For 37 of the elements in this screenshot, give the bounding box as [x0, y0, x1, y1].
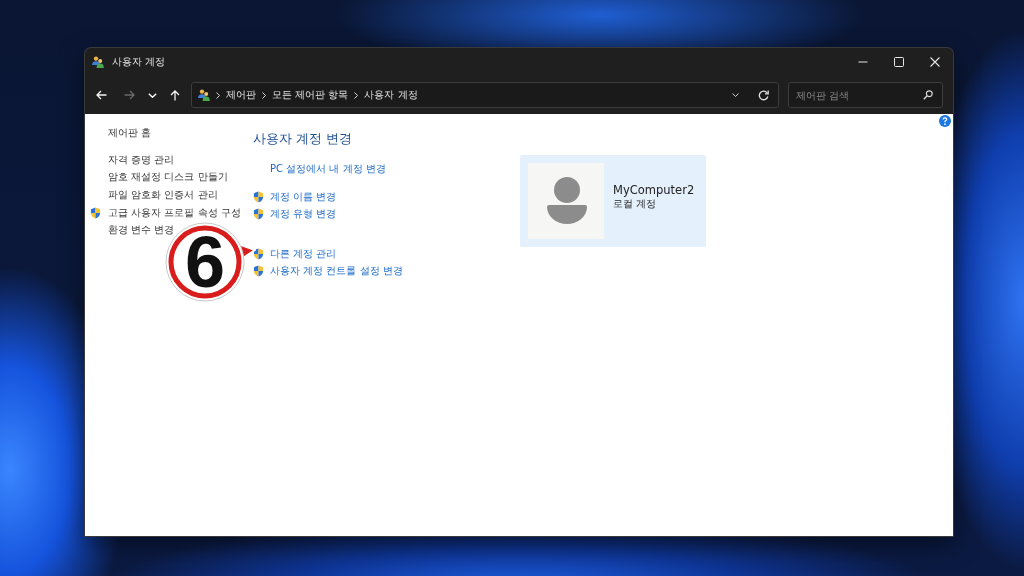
- chevron-right-icon: [216, 91, 220, 99]
- maximize-icon: [894, 57, 904, 67]
- address-bar[interactable]: 제어판 모든 제어판 항목 사용자 계정: [191, 82, 779, 108]
- chevron-down-icon: [731, 93, 739, 97]
- close-icon: [930, 57, 940, 67]
- sidebar-link[interactable]: 환경 변수 변경: [108, 223, 175, 238]
- breadcrumb-link[interactable]: 사용자 계정: [364, 88, 418, 102]
- task-link[interactable]: 사용자 계정 컨트롤 설정 변경: [270, 263, 403, 278]
- chevron-down-icon: [147, 92, 157, 98]
- help-button[interactable]: [939, 115, 951, 127]
- sidebar-link[interactable]: 암호 재설정 디스크 만들기: [108, 170, 228, 185]
- sidebar-link[interactable]: 자격 증명 관리: [108, 152, 175, 167]
- task-link[interactable]: 계정 유형 변경: [270, 206, 337, 221]
- control-panel-home-link[interactable]: 제어판 홈: [108, 124, 152, 141]
- sidebar-link[interactable]: 고급 사용자 프로필 속성 구성: [108, 205, 241, 220]
- breadcrumb-link[interactable]: 제어판: [226, 88, 256, 102]
- breadcrumb-link[interactable]: 모든 제어판 항목: [272, 88, 349, 102]
- chevron-right-icon: [354, 91, 359, 99]
- users-icon: [92, 56, 104, 68]
- users-icon: [198, 89, 210, 101]
- section-heading: 사용자 계정 변경: [253, 130, 353, 148]
- window-title: 사용자 계정: [112, 55, 166, 69]
- search-field[interactable]: 제어판 검색: [788, 82, 943, 108]
- task-link[interactable]: 계정 이름 변경: [270, 189, 337, 204]
- arrow-left-icon: [95, 90, 107, 100]
- chevron-right-icon: [262, 91, 266, 99]
- task-link[interactable]: 다른 계정 관리: [270, 246, 337, 261]
- user-avatar-icon: [528, 163, 604, 239]
- account-type: 로컬 계정: [613, 197, 658, 210]
- sidebar-link[interactable]: 파일 암호화 인증서 관리: [108, 188, 218, 202]
- arrow-up-icon: [170, 89, 180, 101]
- arrow-right-icon: [123, 90, 135, 100]
- task-link[interactable]: PC 설정에서 내 계정 변경: [270, 161, 386, 176]
- account-card[interactable]: MyComputer2 로컬 계정: [520, 155, 706, 247]
- refresh-icon: [757, 89, 769, 101]
- account-name: MyComputer2: [613, 182, 695, 197]
- search-icon: [923, 90, 933, 100]
